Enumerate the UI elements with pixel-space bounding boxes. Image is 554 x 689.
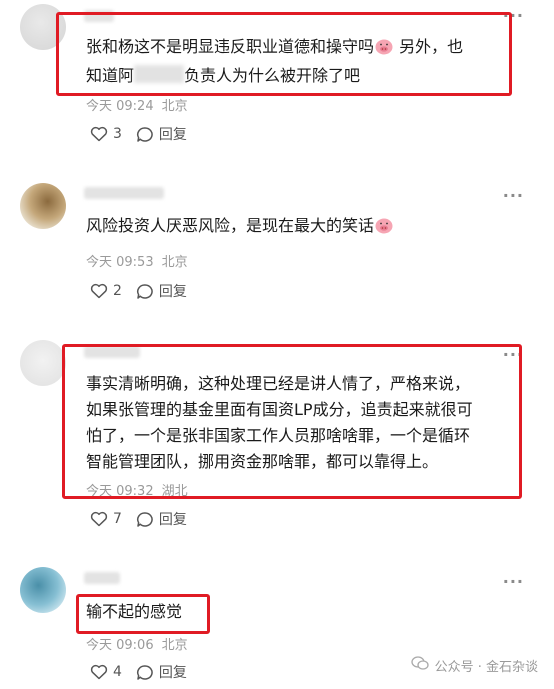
comment-time: 今天 09:53 — [86, 255, 154, 270]
emoji-icon — [374, 216, 394, 242]
reply-label: 回复 — [158, 127, 187, 143]
comment-text-part: 知道阿 — [86, 66, 135, 85]
heart-icon — [90, 664, 108, 680]
comment-meta: 今天 09:24 北京 — [86, 95, 188, 114]
like-button[interactable]: 4 — [90, 664, 122, 680]
comment-text: 输不起的感觉 — [86, 599, 286, 625]
comment-text-part: 负责人为什么被开除了吧 — [184, 66, 361, 85]
reply-button[interactable]: 回复 — [136, 509, 187, 529]
username[interactable] — [84, 10, 114, 22]
like-count: 2 — [113, 283, 122, 299]
comment-icon — [136, 664, 154, 681]
comment-actions: 2 回复 — [90, 281, 187, 301]
comment-actions: 7 回复 — [90, 509, 187, 529]
username[interactable] — [84, 572, 120, 584]
username[interactable] — [84, 187, 164, 199]
more-icon[interactable]: ··· — [503, 574, 524, 590]
comment-actions: 4 回复 — [90, 662, 187, 682]
comment-text: 事实清晰明确，这种处理已经是讲人情了，严格来说， 如果张管理的基金里面有国资LP… — [86, 371, 516, 475]
avatar[interactable] — [20, 4, 66, 50]
more-icon[interactable]: ··· — [503, 347, 524, 363]
comment-time: 今天 09:06 — [86, 638, 154, 653]
more-icon[interactable]: ··· — [503, 8, 524, 24]
comment-meta: 今天 09:06 北京 — [86, 634, 188, 653]
wechat-icon — [410, 655, 429, 675]
comment-meta: 今天 09:53 北京 — [86, 251, 188, 270]
avatar[interactable] — [20, 340, 66, 386]
comment-text-part: 风险投资人厌恶风险，是现在最大的笑话 — [86, 216, 375, 235]
comment-time: 今天 09:32 — [86, 484, 154, 499]
comment-location: 湖北 — [161, 484, 188, 499]
reply-button[interactable]: 回复 — [136, 662, 187, 682]
reply-label: 回复 — [158, 284, 187, 300]
comment-text-part: 张和杨这不是明显违反职业道德和操守吗 — [86, 37, 375, 56]
comment-line: 怕了，一个是张非国家工作人员那啥啥罪，一个是循环 — [86, 426, 471, 445]
heart-icon — [90, 283, 108, 299]
comment-location: 北京 — [161, 638, 188, 653]
comment-line: 智能管理团队，挪用资金那啥罪，都可以靠得上。 — [86, 452, 439, 471]
comment-icon — [136, 511, 154, 528]
reply-button[interactable]: 回复 — [136, 124, 187, 144]
comment-location: 北京 — [161, 99, 188, 114]
avatar[interactable] — [20, 183, 66, 229]
avatar[interactable] — [20, 567, 66, 613]
like-count: 3 — [113, 126, 122, 142]
comment-text: 风险投资人厌恶风险，是现在最大的笑话 — [86, 213, 506, 242]
comment-location: 北京 — [161, 255, 188, 270]
reply-label: 回复 — [158, 512, 187, 528]
heart-icon — [90, 511, 108, 527]
watermark-text: 公众号 · 金石杂谈 — [434, 659, 538, 675]
emoji-icon — [374, 37, 394, 63]
comment-actions: 3 回复 — [90, 124, 187, 144]
comment-text-part: 另外，也 — [394, 37, 464, 56]
username[interactable] — [84, 346, 140, 358]
heart-icon — [90, 126, 108, 142]
more-icon[interactable]: ··· — [503, 188, 524, 204]
like-count: 4 — [113, 664, 122, 680]
comment-meta: 今天 09:32 湖北 — [86, 480, 188, 499]
comment-icon — [136, 126, 154, 143]
comment-time: 今天 09:24 — [86, 99, 154, 114]
reply-button[interactable]: 回复 — [136, 281, 187, 301]
comment-text-part: 输不起的感觉 — [86, 602, 183, 621]
watermark: 公众号 · 金石杂谈 — [410, 655, 538, 675]
redacted-text — [134, 65, 185, 83]
comment-text: 张和杨这不是明显违反职业道德和操守吗 另外，也 知道阿 负责人为什么被开除了吧 — [86, 34, 506, 89]
like-count: 7 — [113, 511, 122, 527]
reply-label: 回复 — [158, 665, 187, 681]
like-button[interactable]: 3 — [90, 126, 122, 142]
like-button[interactable]: 2 — [90, 283, 122, 299]
comment-line: 如果张管理的基金里面有国资LP成分，追责起来就很可 — [86, 400, 473, 419]
comment-icon — [136, 283, 154, 300]
like-button[interactable]: 7 — [90, 511, 122, 527]
comment-line: 事实清晰明确，这种处理已经是讲人情了，严格来说， — [86, 374, 471, 393]
